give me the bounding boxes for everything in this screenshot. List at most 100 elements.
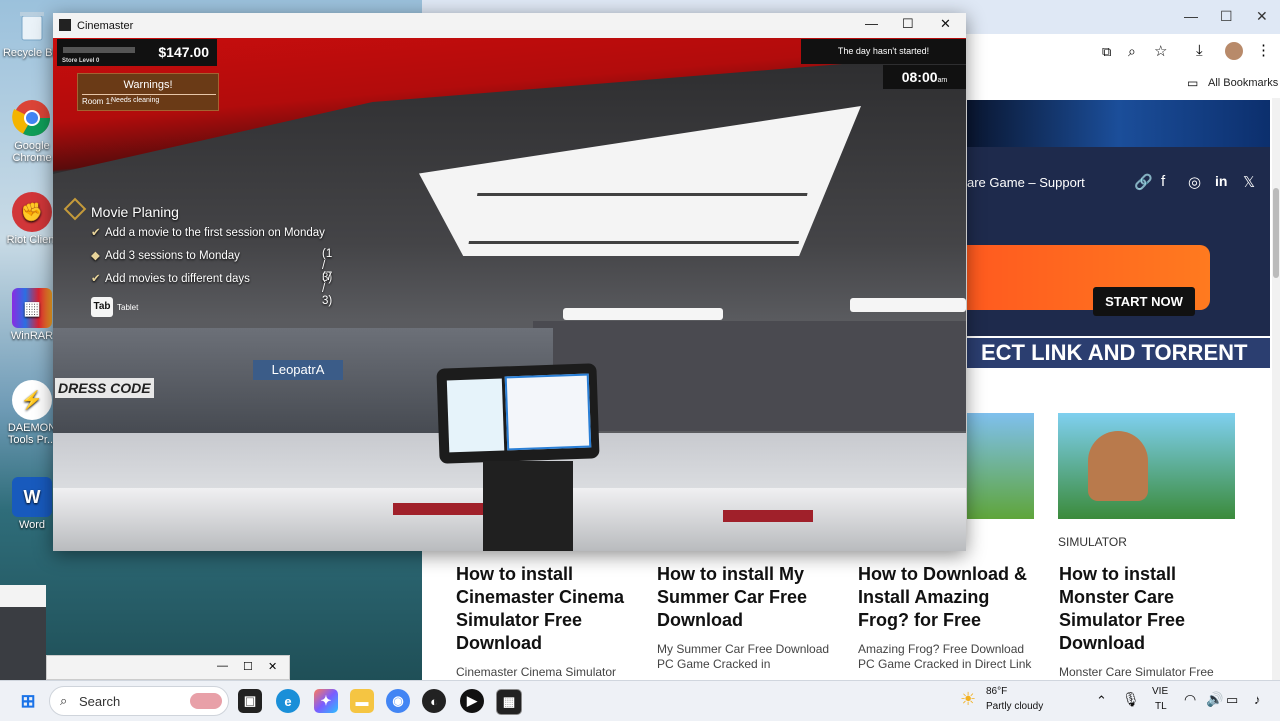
card-title[interactable]: How to install Monster Care Simulator Fr… (1059, 563, 1244, 655)
steam-icon[interactable]: ◐ (422, 689, 446, 713)
copilot-icon[interactable]: ✦ (314, 689, 338, 713)
riot-client-icon: ✊ (12, 192, 52, 232)
search-placeholder: Search (79, 694, 121, 709)
tab-key-label: Tablet (117, 303, 139, 312)
keyboard-layout[interactable]: TL (1155, 701, 1167, 712)
card-title[interactable]: How to install Cinemaster Cinema Simulat… (456, 563, 641, 655)
card-title[interactable]: How to Download & Install Amazing Frog? … (858, 563, 1043, 632)
level-progress-bar (63, 47, 135, 53)
translate-icon[interactable]: ⧉ (1102, 44, 1111, 60)
thumbnail-amazing-frog[interactable] (967, 413, 1034, 519)
link-icon[interactable]: 🔗 (1134, 173, 1153, 191)
linkedin-icon[interactable]: in (1215, 173, 1227, 189)
card-title[interactable]: How to install My Summer Car Free Downlo… (657, 563, 842, 632)
edge-icon[interactable]: e (276, 689, 300, 713)
warning-room: Room 1: (82, 97, 113, 106)
wifi-icon[interactable]: ◠ (1184, 691, 1196, 708)
day-status: The day hasn't started! (801, 39, 966, 64)
card-category: SIMULATOR (1058, 535, 1127, 549)
ceiling-light (850, 298, 966, 312)
game-titlebar[interactable]: Cinemaster — ☐ ✕ (53, 13, 966, 38)
quest-item: ◆ Add 3 sessions to Monday (91, 250, 240, 262)
download-icon[interactable]: ⤓ (1196, 42, 1203, 59)
game-viewport[interactable]: DRESS CODE LeopatrA $147.00 Store Level … (53, 38, 966, 551)
weather-desc[interactable]: Partly cloudy (986, 701, 1043, 712)
chevron-up-icon[interactable]: ⌃ (1096, 693, 1107, 709)
quest-progress: (7 / 3) (322, 271, 333, 307)
weather-icon[interactable]: ☀ (960, 689, 976, 710)
word-window[interactable] (0, 585, 46, 680)
dress-code-sign: DRESS CODE (55, 378, 154, 398)
minimized-window-bar[interactable]: — ☐ ✕ (46, 655, 290, 680)
card-description: Monster Care Simulator Free (1059, 665, 1214, 679)
scrollbar[interactable] (1272, 98, 1280, 680)
windows-start-icon[interactable]: ⊞ (16, 689, 40, 713)
money-value: $147.00 (158, 44, 209, 60)
close-icon[interactable]: ✕ (1256, 8, 1268, 25)
money-panel: $147.00 Store Level 0 (57, 39, 217, 66)
warnings-title: Warnings! (123, 79, 173, 91)
battery-icon[interactable]: ▭ (1226, 692, 1238, 708)
site-nav-text[interactable]: are Game – Support (967, 175, 1085, 190)
minimize-icon[interactable]: — (1184, 8, 1198, 24)
game-clock: 08:00am (883, 65, 966, 89)
floor-mat (723, 510, 813, 522)
cinemaster-taskbar-icon[interactable]: ▦ (496, 689, 522, 715)
leopatra-sign: LeopatrA (253, 360, 343, 380)
ceiling-rig (468, 193, 808, 244)
language-code[interactable]: VIE (1152, 686, 1168, 697)
file-explorer-icon[interactable]: ▬ (350, 689, 374, 713)
minimize-icon[interactable]: — (865, 16, 878, 31)
tablet-stand (483, 461, 573, 551)
search-highlight-icon (190, 693, 222, 709)
menu-dots-icon[interactable]: ⋮ (1256, 41, 1271, 59)
maximize-icon[interactable]: ☐ (1220, 8, 1233, 25)
clock-time: 08:00 (901, 69, 938, 85)
site-header: are Game – Support 🔗 f ◎ in 𝕏 (967, 147, 1270, 221)
task-view-icon[interactable]: ▣ (238, 689, 262, 713)
warnings-panel: Warnings! Room 1: Needs cleaning (77, 73, 219, 111)
cinemaster-app-icon (59, 19, 71, 31)
thumbnail-monster-care[interactable] (1058, 413, 1235, 519)
card-description: Cinemaster Cinema Simulator (456, 665, 617, 679)
chrome-icon (12, 98, 52, 138)
folder-icon: ▭ (1187, 76, 1199, 90)
quest-diamond-icon (63, 197, 87, 221)
taskbar-search[interactable]: ⌕ Search (49, 686, 229, 716)
taskbar: ⊞ ⌕ Search ▣ e ✦ ▬ ◉ ◐ ▶ ▦ ☀ 86°F Partly… (0, 680, 1280, 721)
promo-banner: START NOW (967, 245, 1210, 316)
site-hero-image (967, 100, 1270, 147)
site-banner: START NOW (967, 221, 1270, 336)
close-icon[interactable]: ✕ (268, 660, 277, 673)
store-level: Store Level 0 (62, 58, 100, 64)
volume-icon[interactable]: 🔊 (1206, 691, 1223, 708)
bookmark-star-icon[interactable]: ☆ (1154, 42, 1167, 60)
search-icon: ⌕ (60, 693, 68, 708)
site-strip-heading: ECT LINK AND TORRENT (967, 338, 1270, 368)
clock-suffix: am (937, 77, 948, 84)
maximize-icon[interactable]: ☐ (243, 660, 253, 673)
close-icon[interactable]: ✕ (940, 16, 951, 32)
ceiling-light (563, 308, 723, 320)
facebook-icon[interactable]: f (1161, 173, 1165, 190)
zoom-icon[interactable]: ⌕ (1128, 43, 1136, 60)
notification-bell-icon[interactable]: ♪ (1254, 692, 1261, 707)
minimize-icon[interactable]: — (217, 660, 228, 672)
media-player-icon[interactable]: ▶ (460, 689, 484, 713)
weather-temp[interactable]: 86°F (986, 686, 1007, 697)
quest-item: ✔ Add a movie to the first session on Mon… (91, 227, 325, 239)
all-bookmarks[interactable]: All Bookmarks (1208, 77, 1278, 89)
game-window[interactable]: Cinemaster — ☐ ✕ DRESS CODE LeopatrA $14… (53, 13, 966, 551)
recycle-bin-icon (12, 5, 52, 45)
quest-title: Movie Planing (91, 204, 179, 220)
card-description: My Summer Car Free Download PC Game Crac… (657, 642, 830, 671)
chrome-icon[interactable]: ◉ (386, 689, 410, 713)
instagram-icon[interactable]: ◎ (1188, 173, 1201, 191)
profile-avatar[interactable] (1225, 42, 1243, 60)
microphone-icon[interactable]: 🎙 (1122, 691, 1140, 708)
maximize-icon[interactable]: ☐ (902, 16, 914, 32)
x-icon[interactable]: 𝕏 (1243, 173, 1255, 191)
start-now-button[interactable]: START NOW (1093, 287, 1195, 316)
pos-tablet[interactable] (436, 363, 600, 464)
diamond-bullet-icon: ◆ (91, 250, 100, 262)
